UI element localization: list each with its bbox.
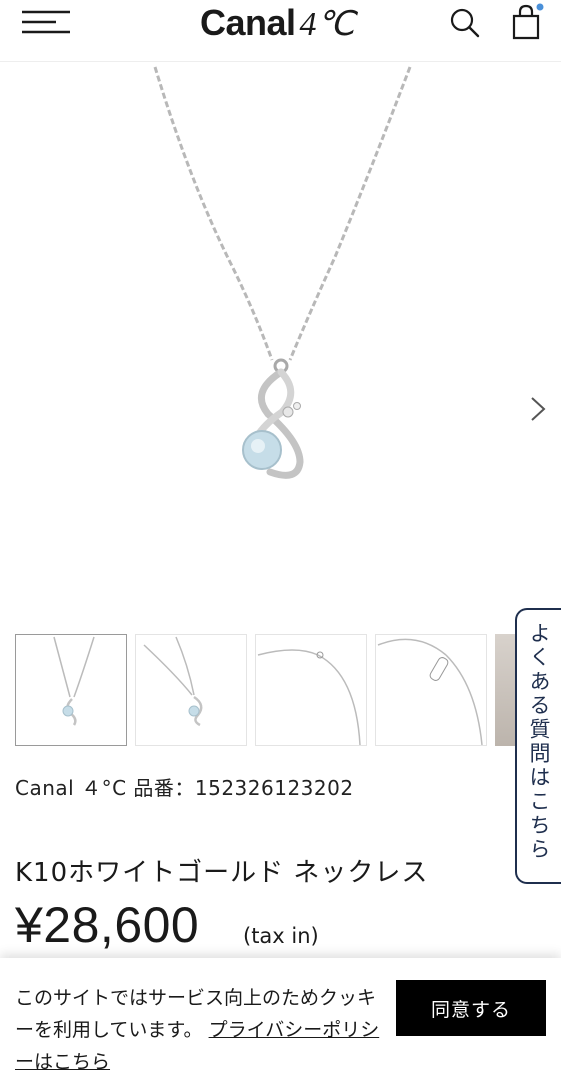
menu-button[interactable] xyxy=(18,8,74,38)
cookie-banner: このサイトではサービス向上のためクッキーを利用しています。 プライバシーポリシー… xyxy=(0,958,561,1080)
faq-tab[interactable]: よくある質問はこちら xyxy=(515,608,561,884)
thumbnail-item[interactable] xyxy=(135,634,247,746)
cart-button[interactable] xyxy=(506,2,546,42)
brand-name: Canal xyxy=(200,2,296,43)
thumbnail-strip xyxy=(15,634,515,746)
thumbnail-image xyxy=(53,636,95,726)
faq-label: よくある質問はこちら xyxy=(527,622,551,862)
agree-button[interactable]: 同意する xyxy=(396,980,546,1036)
next-image-button[interactable] xyxy=(526,392,550,426)
thumbnail-item[interactable] xyxy=(15,634,127,746)
product-price: ¥28,600 xyxy=(15,897,200,953)
brand-mark: 4℃ xyxy=(299,6,355,43)
thumbnail-image xyxy=(377,638,483,745)
product-code: Canal ４°C 品番：152326123202 xyxy=(15,776,354,800)
search-icon xyxy=(450,8,480,38)
chevron-right-icon xyxy=(531,397,546,421)
thumbnail-item[interactable] xyxy=(255,634,367,746)
search-button[interactable] xyxy=(448,6,482,40)
site-header: Canal 4℃ xyxy=(0,0,561,62)
thumbnail-item[interactable] xyxy=(495,634,515,746)
shopping-bag-icon xyxy=(512,3,544,40)
cart-badge xyxy=(536,3,544,11)
tax-note: (tax in) xyxy=(243,924,319,948)
thumbnail-item[interactable] xyxy=(375,634,487,746)
thumbnail-image xyxy=(143,636,203,727)
brand-logo[interactable]: Canal 4℃ xyxy=(200,2,355,43)
hamburger-icon xyxy=(22,10,70,34)
thumbnail-image xyxy=(257,649,361,745)
necklace-image xyxy=(153,66,412,479)
cookie-message: このサイトではサービス向上のためクッキーを利用しています。 プライバシーポリシー… xyxy=(15,982,380,1078)
product-main-image[interactable] xyxy=(0,62,561,622)
product-name: K10ホワイトゴールド ネックレス xyxy=(15,858,429,888)
